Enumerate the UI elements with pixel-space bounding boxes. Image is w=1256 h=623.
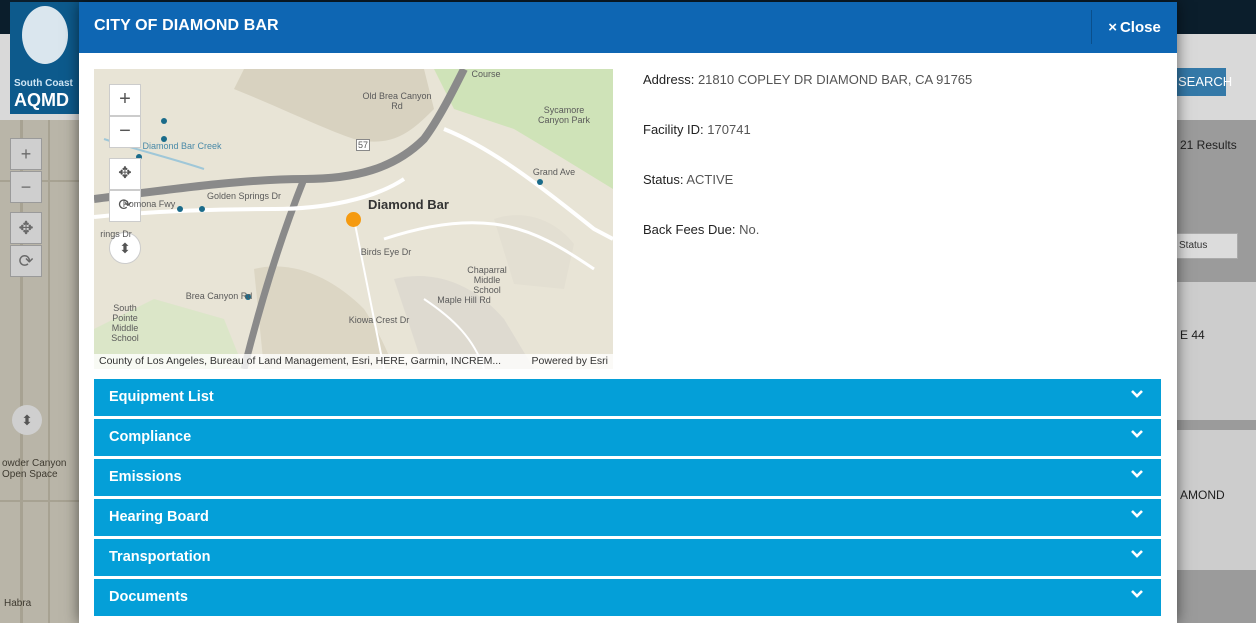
logo-line2: AQMD — [14, 90, 69, 110]
map-town-label: Diamond Bar — [368, 197, 449, 212]
bg-rotate-icon[interactable]: ⟳ — [10, 245, 42, 277]
facility-accordion: Equipment List Compliance Emissions Hear… — [94, 379, 1161, 619]
map-road-label: Brea Canyon Rd — [185, 291, 253, 301]
map-attribution: County of Los Angeles, Bureau of Land Ma… — [94, 354, 613, 369]
accordion-label: Documents — [109, 589, 188, 605]
accordion-label: Equipment List — [109, 389, 214, 405]
bg-zoom-in-button[interactable]: + — [10, 138, 42, 170]
accordion-label: Transportation — [109, 549, 211, 565]
accordion-label: Compliance — [109, 429, 192, 445]
accordion-transportation[interactable]: Transportation — [94, 539, 1161, 576]
facility-id-row: Facility ID: 170741 — [643, 122, 1143, 172]
accordion-equipment-list[interactable]: Equipment List — [94, 379, 1161, 416]
accordion-documents[interactable]: Documents — [94, 579, 1161, 616]
address-value: 21810 COPLEY DR DIAMOND BAR, CA 91765 — [697, 72, 973, 87]
chevron-down-icon — [1131, 470, 1143, 478]
result-card-text: AMOND — [1180, 488, 1225, 502]
bg-map-label: Open Space — [2, 469, 58, 480]
result-card-text: E 44 — [1180, 328, 1205, 342]
accordion-hearing-board[interactable]: Hearing Board — [94, 499, 1161, 536]
facility-map[interactable]: + − ✥ ⟳ ⬍ Diamond Bar Sycamore Canyon Pa… — [94, 69, 613, 369]
modal-title: CITY OF DIAMOND BAR — [94, 17, 279, 34]
back-fees-row: Back Fees Due: No. — [643, 222, 1143, 272]
back-fees-label: Back Fees Due: — [643, 222, 736, 237]
address-label: Address: — [643, 72, 695, 87]
chevron-down-icon — [1131, 590, 1143, 598]
bg-compass-icon[interactable]: ⬍ — [12, 405, 42, 435]
facility-id-label: Facility ID: — [643, 122, 704, 137]
attribution-text: County of Los Angeles, Bureau of Land Ma… — [99, 355, 502, 367]
zoom-in-button[interactable]: + — [109, 84, 141, 116]
chevron-down-icon — [1131, 550, 1143, 558]
map-road-label: Grand Ave — [532, 167, 576, 177]
modal-header: CITY OF DIAMOND BAR × Close — [79, 2, 1177, 53]
map-road — [48, 120, 50, 623]
accordion-emissions[interactable]: Emissions — [94, 459, 1161, 496]
map-creek-label: Diamond Bar Creek — [142, 141, 222, 151]
map-road-label: Birds Eye Dr — [360, 247, 412, 257]
background-map[interactable]: + − ✥ ⟳ ⬍ owder Canyon Open Space Habra — [0, 120, 80, 623]
facility-marker[interactable] — [346, 212, 361, 227]
map-road — [0, 500, 80, 502]
powered-by-link[interactable]: Powered by Esri — [532, 354, 608, 369]
map-road-label: Pomona Fwy — [122, 199, 176, 209]
bg-pan-icon[interactable]: ✥ — [10, 212, 42, 244]
status-value: ACTIVE — [686, 172, 734, 187]
result-card[interactable] — [1176, 282, 1256, 420]
logo-line1: South Coast — [14, 78, 73, 89]
close-icon: × — [1108, 18, 1117, 36]
pan-icon[interactable]: ✥ — [109, 158, 141, 190]
map-park-label: Sycamore Canyon Park — [537, 105, 591, 125]
status-label: Status: — [643, 172, 684, 187]
map-school-label: South Pointe Middle School — [111, 303, 139, 343]
bg-zoom-out-button[interactable]: − — [10, 171, 42, 203]
results-count: 21 Results — [1180, 138, 1237, 152]
facility-modal: CITY OF DIAMOND BAR × Close + − ✥ ⟳ ⬍ Di… — [79, 2, 1177, 623]
close-button[interactable]: × Close — [1091, 10, 1177, 44]
bg-map-label: Habra — [4, 598, 32, 609]
address-row: Address: 21810 COPLEY DR DIAMOND BAR, CA… — [643, 72, 1143, 122]
back-fees-value: No. — [739, 222, 760, 237]
map-road-label: Kiowa Crest Dr — [348, 315, 410, 325]
chevron-down-icon — [1131, 430, 1143, 438]
map-road-label: Maple Hill Rd — [437, 295, 491, 305]
accordion-compliance[interactable]: Compliance — [94, 419, 1161, 456]
facility-id-value: 170741 — [707, 122, 751, 137]
chevron-down-icon — [1131, 510, 1143, 518]
facility-details: Address: 21810 COPLEY DR DIAMOND BAR, CA… — [643, 72, 1143, 272]
map-road-label: Old Brea Canyon Rd — [362, 91, 432, 111]
map-school-label: Chaparral Middle School — [467, 265, 507, 295]
status-select[interactable]: Status — [1176, 233, 1238, 259]
zoom-out-button[interactable]: − — [109, 116, 141, 148]
chevron-down-icon — [1131, 390, 1143, 398]
close-label: Close — [1119, 18, 1161, 36]
logo-emblem — [22, 6, 68, 64]
map-road-label: rings Dr — [100, 229, 132, 239]
aqmd-logo[interactable]: South Coast AQMD — [10, 2, 80, 114]
map-label: Course — [471, 69, 501, 79]
map-highway-shield: 57 — [356, 139, 370, 151]
bg-map-label: owder Canyon — [2, 458, 67, 469]
search-button[interactable]: SEARCH — [1176, 68, 1232, 96]
accordion-label: Emissions — [109, 469, 182, 485]
status-row: Status: ACTIVE — [643, 172, 1143, 222]
map-road-label: Golden Springs Dr — [206, 191, 282, 201]
accordion-label: Hearing Board — [109, 509, 209, 525]
